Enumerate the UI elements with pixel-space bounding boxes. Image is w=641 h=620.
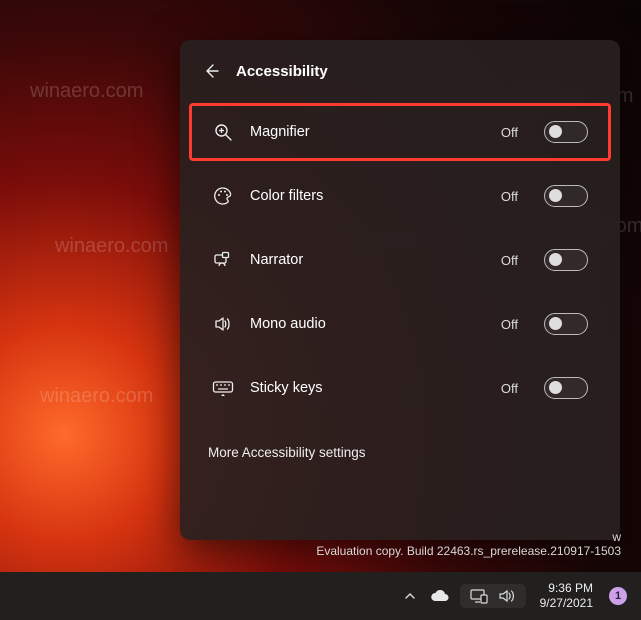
network-icon <box>470 588 488 604</box>
toggle-knob <box>549 189 562 202</box>
tray-network-volume[interactable] <box>460 584 526 608</box>
panel-header: Accessibility <box>180 54 620 100</box>
toggle-narrator[interactable] <box>544 249 588 271</box>
accessibility-panel: Accessibility Magnifier Off Color filter… <box>180 40 620 540</box>
toggle-color-filters[interactable] <box>544 185 588 207</box>
row-state: Off <box>501 381 518 396</box>
row-mono-audio[interactable]: Mono audio Off <box>192 295 608 353</box>
row-label: Narrator <box>250 252 485 268</box>
tray-onedrive[interactable] <box>426 576 452 616</box>
row-label: Magnifier <box>250 124 485 140</box>
magnifier-icon <box>212 121 234 143</box>
row-state: Off <box>501 317 518 332</box>
back-arrow-icon <box>203 63 219 79</box>
toggle-knob <box>549 381 562 394</box>
taskbar: 9:36 PM 9/27/2021 1 <box>0 572 641 620</box>
clock-date: 9/27/2021 <box>540 596 593 611</box>
row-state: Off <box>501 189 518 204</box>
cloud-icon <box>429 589 449 603</box>
row-state: Off <box>501 253 518 268</box>
row-color-filters[interactable]: Color filters Off <box>192 167 608 225</box>
toggle-knob <box>549 317 562 330</box>
eval-line-1: w <box>316 530 621 544</box>
volume-icon <box>498 588 516 604</box>
more-accessibility-link[interactable]: More Accessibility settings <box>180 423 620 482</box>
panel-title: Accessibility <box>236 63 328 80</box>
row-label: Color filters <box>250 188 485 204</box>
back-button[interactable] <box>200 60 222 82</box>
toggle-mono-audio[interactable] <box>544 313 588 335</box>
row-state: Off <box>501 125 518 140</box>
watermark: winaero.com <box>30 80 143 103</box>
speaker-icon <box>212 313 234 335</box>
row-label: Mono audio <box>250 316 485 332</box>
toggle-magnifier[interactable] <box>544 121 588 143</box>
toggle-knob <box>549 125 562 138</box>
row-narrator[interactable]: Narrator Off <box>192 231 608 289</box>
tray-overflow-button[interactable] <box>398 576 422 616</box>
palette-icon <box>212 185 234 207</box>
row-sticky-keys[interactable]: Sticky keys Off <box>192 359 608 417</box>
evaluation-watermark: w Evaluation copy. Build 22463.rs_prerel… <box>316 530 621 558</box>
watermark: winaero.com <box>55 235 168 258</box>
toggle-knob <box>549 253 562 266</box>
chevron-up-icon <box>404 590 416 602</box>
keyboard-icon <box>212 377 234 399</box>
toggle-sticky-keys[interactable] <box>544 377 588 399</box>
narrator-icon <box>212 249 234 271</box>
row-magnifier[interactable]: Magnifier Off <box>189 103 611 161</box>
notification-badge[interactable]: 1 <box>609 587 627 605</box>
taskbar-clock[interactable]: 9:36 PM 9/27/2021 <box>534 581 599 611</box>
clock-time: 9:36 PM <box>540 581 593 596</box>
watermark: winaero.com <box>40 385 153 408</box>
eval-line-2: Evaluation copy. Build 22463.rs_prerelea… <box>316 544 621 558</box>
row-label: Sticky keys <box>250 380 485 396</box>
